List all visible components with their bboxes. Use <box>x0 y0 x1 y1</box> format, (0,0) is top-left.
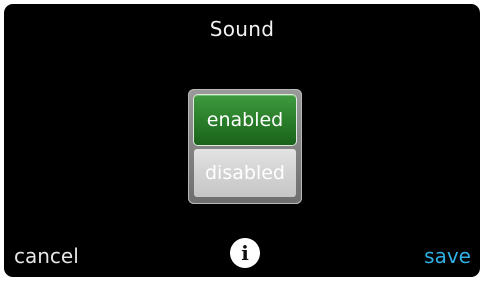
save-button[interactable]: save <box>424 244 471 268</box>
info-icon[interactable]: i <box>230 238 260 268</box>
sound-toggle: enabled disabled <box>188 89 302 204</box>
page-title: Sound <box>209 17 275 41</box>
info-icon-glyph: i <box>241 241 249 265</box>
enabled-option[interactable]: enabled <box>194 95 296 145</box>
cancel-button[interactable]: cancel <box>14 244 79 268</box>
disabled-option[interactable]: disabled <box>194 149 296 197</box>
thermostat-screen: Sound enabled disabled cancel i save <box>4 4 480 277</box>
